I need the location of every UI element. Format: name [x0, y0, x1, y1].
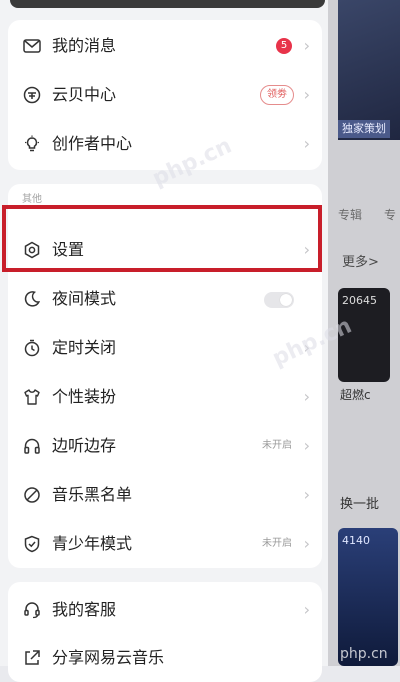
- chevron-right-icon: ›: [303, 85, 310, 104]
- shirt-icon: [22, 387, 42, 407]
- status-text: 未开启: [262, 440, 292, 451]
- menu-label: 我的消息: [52, 36, 117, 55]
- highlight-annotation: [2, 205, 322, 272]
- menu-label: 我的客服: [52, 600, 117, 619]
- toggle-knob: [280, 294, 292, 306]
- menu-label: 定时关闭: [52, 338, 117, 357]
- bg-card2-code: 4140: [342, 534, 370, 547]
- menu-item-music-blacklist[interactable]: 音乐黑名单 ›: [8, 471, 322, 519]
- menu-item-yunbei-center[interactable]: 云贝中心 领劵 ›: [8, 71, 322, 119]
- chevron-right-icon: ›: [303, 534, 310, 553]
- coupon-pill[interactable]: 领劵: [260, 85, 294, 105]
- bg-refresh: 换一批: [340, 497, 380, 512]
- coin-icon: [22, 85, 42, 105]
- card-account: 我的消息 5 › 云贝中心 领劵 › 创作者中心 ›: [8, 20, 322, 170]
- bg-card-label: 超燃c: [340, 388, 371, 402]
- night-mode-toggle[interactable]: [264, 292, 294, 308]
- banner-image: [338, 0, 400, 140]
- bg-more: 更多>: [342, 255, 379, 270]
- menu-label: 创作者中心: [52, 134, 133, 153]
- menu-label: 云贝中心: [52, 85, 117, 104]
- drawer-top-edge: [10, 0, 325, 8]
- card-support: 我的客服 › 分享网易云音乐: [8, 582, 322, 682]
- menu-item-listen-and-save[interactable]: 边听边存 未开启 ›: [8, 422, 322, 470]
- headphones-icon: [22, 436, 42, 456]
- shield-check-icon: [22, 534, 42, 554]
- menu-item-night-mode[interactable]: 夜间模式: [8, 275, 322, 323]
- banner-tag: 独家策划: [338, 120, 390, 138]
- chevron-right-icon: ›: [303, 134, 310, 153]
- menu-label: 夜间模式: [52, 289, 117, 308]
- lightbulb-icon: [22, 134, 42, 154]
- menu-label: 音乐黑名单: [52, 485, 133, 504]
- status-text: 未开启: [262, 538, 292, 549]
- mail-icon: [22, 36, 42, 56]
- menu-item-messages[interactable]: 我的消息 5 ›: [8, 22, 322, 70]
- menu-label: 个性装扮: [52, 387, 117, 406]
- menu-item-customer-service[interactable]: 我的客服 ›: [8, 586, 322, 634]
- side-drawer: 我的消息 5 › 云贝中心 领劵 › 创作者中心 › 其他 设置 › 夜间模式 …: [0, 0, 328, 682]
- chevron-right-icon: ›: [303, 436, 310, 455]
- chevron-right-icon: ›: [303, 600, 310, 619]
- chevron-right-icon: ›: [303, 485, 310, 504]
- headset-icon: [22, 600, 42, 620]
- menu-item-teen-mode[interactable]: 青少年模式 未开启 ›: [8, 520, 322, 568]
- watermark-footer: php.cn: [340, 646, 388, 662]
- chevron-right-icon: ›: [303, 387, 310, 406]
- menu-label: 青少年模式: [52, 534, 133, 553]
- timer-icon: [22, 338, 42, 358]
- menu-label: 分享网易云音乐: [52, 648, 165, 667]
- section-title-other: 其他: [22, 194, 42, 205]
- chevron-right-icon: ›: [303, 36, 310, 55]
- block-icon: [22, 485, 42, 505]
- bg-card-code: 20645: [342, 294, 377, 307]
- message-count-badge: 5: [276, 38, 292, 54]
- share-icon: [22, 648, 42, 668]
- bg-label-album: 专辑: [338, 208, 363, 222]
- menu-label: 边听边存: [52, 436, 117, 455]
- menu-item-share[interactable]: 分享网易云音乐: [8, 634, 322, 682]
- bg-label-album2: 专: [384, 208, 397, 222]
- moon-icon: [22, 289, 42, 309]
- menu-item-personalize[interactable]: 个性装扮 ›: [8, 373, 322, 421]
